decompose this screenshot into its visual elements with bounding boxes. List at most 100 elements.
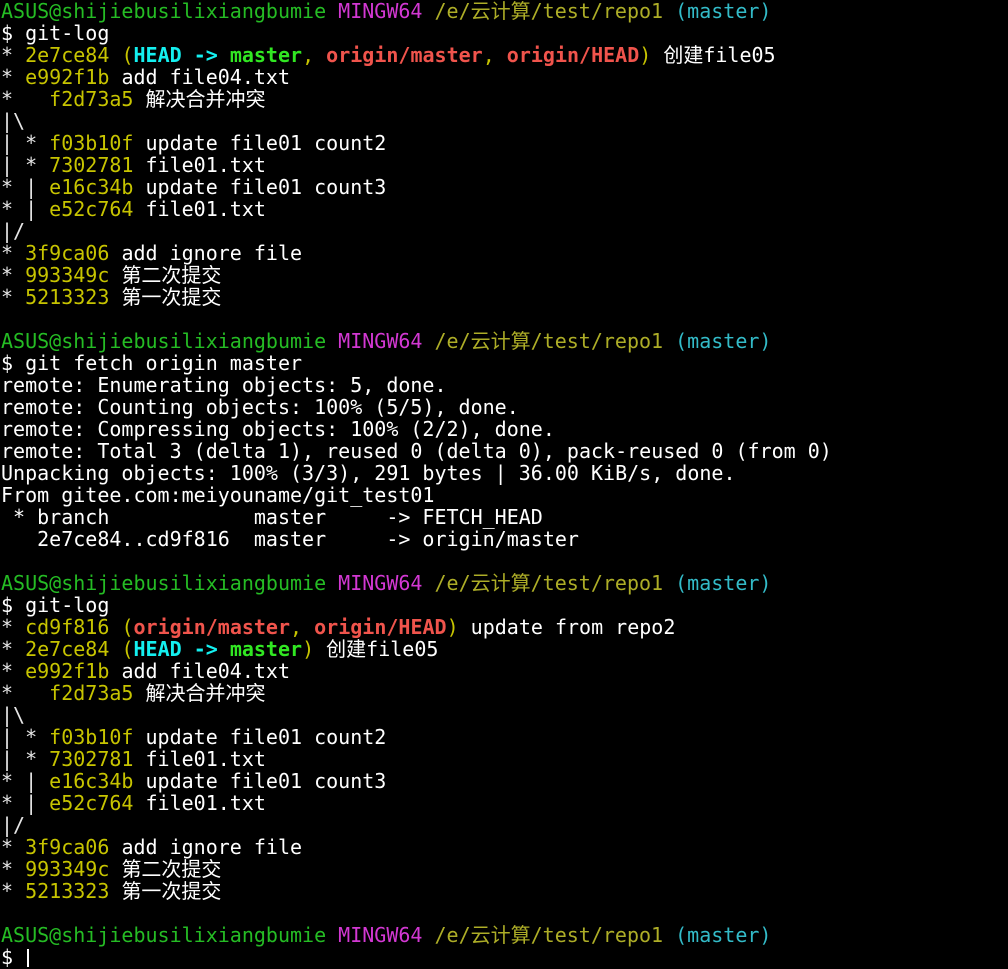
graph-chars: |/ <box>1 219 26 243</box>
output-line: Unpacking objects: 100% (3/3), 291 bytes… <box>1 462 1008 484</box>
graph-chars: | * <box>1 153 50 177</box>
log-row: * e992f1b add file04.txt <box>1 660 1008 682</box>
log-row: |/ <box>1 220 1008 242</box>
commit-message: add file04.txt <box>121 659 291 683</box>
prompt-line: ASUS@shijiebusilixiangbumie MINGW64 /e/云… <box>1 330 1008 352</box>
log-row: * 993349c 第二次提交 <box>1 858 1008 880</box>
commit-message: file01.txt <box>145 197 266 221</box>
prompt-user-host: ASUS@shijiebusilixiangbumie <box>1 571 327 595</box>
output-text: remote: Total 3 (delta 1), reused 0 (del… <box>1 439 832 463</box>
ref-label: origin/HEAD <box>314 615 447 639</box>
ref-label: origin/master <box>133 615 291 639</box>
graph-chars: |\ <box>1 703 26 727</box>
commit-sha: 5213323 <box>25 285 110 309</box>
log-row: * | e16c34b update file01 count3 <box>1 176 1008 198</box>
log-row: * e992f1b add file04.txt <box>1 66 1008 88</box>
command-line: $ git fetch origin master <box>1 352 1008 374</box>
prompt-symbol: $ <box>1 351 14 375</box>
commit-message: file01.txt <box>145 791 266 815</box>
output-text: remote: Counting objects: 100% (5/5), do… <box>1 395 519 419</box>
output-text: From gitee.com:meiyouname/git_test01 <box>1 483 435 507</box>
commit-sha: e52c764 <box>49 197 134 221</box>
prompt-symbol: $ <box>1 945 14 969</box>
ref-open-paren: ( <box>121 43 134 67</box>
graph-chars: * | <box>1 769 50 793</box>
commit-sha: cd9f816 <box>25 615 110 639</box>
commit-sha: 5213323 <box>25 879 110 903</box>
commit-message: update file01 count3 <box>145 769 387 793</box>
prompt-system: MINGW64 <box>338 0 423 23</box>
graph-chars: | * <box>1 725 50 749</box>
log-row: * 993349c 第二次提交 <box>1 264 1008 286</box>
graph-chars: * <box>1 615 26 639</box>
log-row: | * f03b10f update file01 count2 <box>1 726 1008 748</box>
commit-sha: 7302781 <box>49 747 134 771</box>
log-row: |\ <box>1 704 1008 726</box>
log-row: * 3f9ca06 add ignore file <box>1 242 1008 264</box>
ref-label: origin/master <box>326 43 483 67</box>
log-row: * 5213323 第一次提交 <box>1 286 1008 308</box>
prompt-user-host: ASUS@shijiebusilixiangbumie <box>1 923 327 947</box>
commit-message: 解决合并冲突 <box>145 681 266 705</box>
graph-chars: * <box>1 285 26 309</box>
commit-message: 创建file05 <box>663 43 776 67</box>
commit-sha: 993349c <box>25 857 110 881</box>
ref-label: origin/HEAD <box>506 43 640 67</box>
log-row: |/ <box>1 814 1008 836</box>
graph-chars: * <box>1 637 26 661</box>
graph-chars: |\ <box>1 109 26 133</box>
log-row: * 5213323 第一次提交 <box>1 880 1008 902</box>
commit-message: update from repo2 <box>470 615 676 639</box>
commit-sha: f2d73a5 <box>49 681 134 705</box>
commit-message: file01.txt <box>145 153 266 177</box>
prompt-branch: (master) <box>675 571 772 595</box>
output-line: remote: Total 3 (delta 1), reused 0 (del… <box>1 440 1008 462</box>
terminal-window[interactable]: ASUS@shijiebusilixiangbumie MINGW64 /e/云… <box>0 0 1008 968</box>
log-row: * 2e7ce84 (HEAD -> master) 创建file05 <box>1 638 1008 660</box>
output-line: * branch master -> FETCH_HEAD <box>1 506 1008 528</box>
commit-sha: 7302781 <box>49 153 134 177</box>
command-line: $ git-log <box>1 594 1008 616</box>
prompt-system: MINGW64 <box>338 571 423 595</box>
prompt-system: MINGW64 <box>338 329 423 353</box>
log-row: | * f03b10f update file01 count2 <box>1 132 1008 154</box>
command-line: $ git-log <box>1 22 1008 44</box>
ref-label: , <box>290 615 315 639</box>
ref-label: HEAD -> <box>133 43 230 67</box>
commit-message: add file04.txt <box>121 65 291 89</box>
commit-sha: 3f9ca06 <box>25 835 110 859</box>
output-line: 2e7ce84..cd9f816 master -> origin/master <box>1 528 1008 550</box>
commit-message: 解决合并冲突 <box>145 87 266 111</box>
prompt-path: /e/云计算/test/repo1 <box>434 571 664 595</box>
prompt-symbol: $ <box>1 593 14 617</box>
log-row: |\ <box>1 110 1008 132</box>
graph-chars: * <box>1 87 50 111</box>
prompt-branch: (master) <box>675 329 772 353</box>
commit-sha: f03b10f <box>49 131 134 155</box>
graph-chars: * <box>1 241 26 265</box>
commit-sha: f2d73a5 <box>49 87 134 111</box>
graph-chars: |/ <box>1 813 26 837</box>
commit-message: update file01 count2 <box>145 131 387 155</box>
prompt-path: /e/云计算/test/repo1 <box>434 923 664 947</box>
ref-label: , <box>302 43 327 67</box>
graph-chars: * <box>1 659 26 683</box>
command-text: git fetch origin master <box>25 351 303 375</box>
log-row: * 2e7ce84 (HEAD -> master, origin/master… <box>1 44 1008 66</box>
prompt-user-host: ASUS@shijiebusilixiangbumie <box>1 329 327 353</box>
output-line: remote: Enumerating objects: 5, done. <box>1 374 1008 396</box>
prompt-path: /e/云计算/test/repo1 <box>434 0 664 23</box>
graph-chars: * <box>1 879 26 903</box>
log-row: * | e52c764 file01.txt <box>1 792 1008 814</box>
output-line: remote: Compressing objects: 100% (2/2),… <box>1 418 1008 440</box>
active-command-line[interactable]: $ <box>1 946 1008 968</box>
graph-chars: * | <box>1 197 50 221</box>
commit-message: add ignore file <box>121 241 303 265</box>
output-text: * branch master -> FETCH_HEAD <box>1 505 543 529</box>
output-line: remote: Counting objects: 100% (5/5), do… <box>1 396 1008 418</box>
graph-chars: * <box>1 65 26 89</box>
graph-chars: * <box>1 681 50 705</box>
log-row: | * 7302781 file01.txt <box>1 154 1008 176</box>
prompt-line: ASUS@shijiebusilixiangbumie MINGW64 /e/云… <box>1 0 1008 22</box>
